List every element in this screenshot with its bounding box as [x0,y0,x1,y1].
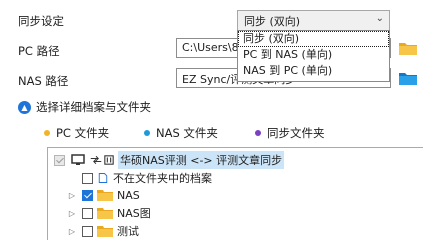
option-pc-to-nas[interactable]: PC 到 NAS (单向) [238,47,389,63]
expand-arrow-icon[interactable]: ▷ [67,191,77,200]
legend-pc: PC 文件夹 [44,125,109,141]
tree-root-row[interactable]: 华硕NAS评测 <-> 评测文章同步 [54,151,285,169]
expand-arrow-icon[interactable]: ▷ [67,227,77,236]
legend-pc-dot [44,130,50,136]
root-checkbox[interactable] [54,154,65,166]
legend-pc-label: PC 文件夹 [56,126,110,140]
sync-mode-selected: 同步 (双向) [244,15,301,28]
folder-browse-pc-icon[interactable] [398,40,418,56]
legend-nas-dot [144,130,150,136]
legend-nas-label: NAS 文件夹 [156,126,218,140]
nas-folder-label: NAS [117,188,140,202]
folder-icon [97,208,113,219]
option-two-way[interactable]: 同步 (双向) [238,31,389,47]
expand-arrow-icon[interactable]: ▷ [67,209,77,218]
loose-files-label: 不在文件夹中的档案 [113,172,212,185]
nas-device-icon [104,155,114,165]
document-icon [98,173,108,183]
tree-item-loose-files[interactable]: 不在文件夹中的档案 [82,169,212,187]
sync-arrows-icon [90,155,102,165]
computer-icon [71,154,85,165]
chevron-down-icon: ⌄ [375,13,384,24]
test-folder-label: 测试 [117,225,139,238]
test-checkbox[interactable] [82,225,93,237]
sync-mode-dropdown: 同步 (双向) PC 到 NAS (单向) NAS 到 PC (单向) [237,30,390,82]
sync-mode-select[interactable]: 同步 (双向) ⌄ [237,10,390,31]
legend-sync-label: 同步文件夹 [267,126,325,140]
tree-root-label: 华硕NAS评测 <-> 评测文章同步 [118,151,285,169]
sync-mode-label: 同步设定 [18,14,64,28]
nas-images-label: NAS图 [117,207,151,220]
nas-images-checkbox[interactable] [82,207,93,219]
folder-icon [97,190,113,201]
tree-item-test[interactable]: ▷ 测试 [67,222,139,240]
section-title: 选择详细档案与文件夹 [36,100,151,114]
folder-icon [97,226,113,237]
nas-path-label: NAS 路径 [18,74,69,88]
legend-sync-dot [255,130,261,136]
option-nas-to-pc[interactable]: NAS 到 PC (单向) [238,63,389,79]
folder-tree[interactable]: 华硕NAS评测 <-> 评测文章同步 不在文件夹中的档案 ▷ NAS ▷ NAS… [47,147,423,240]
pc-path-label: PC 路径 [18,44,60,58]
tree-item-nas[interactable]: ▷ NAS [67,186,140,204]
loose-files-checkbox[interactable] [82,172,93,184]
details-section-header[interactable]: ▲ 选择详细档案与文件夹 [18,99,151,115]
chevron-up-icon[interactable]: ▲ [18,100,31,114]
nas-checkbox[interactable] [82,189,93,201]
legend-nas: NAS 文件夹 [144,125,218,141]
legend-sync: 同步文件夹 [255,125,325,141]
tree-item-nas-images[interactable]: ▷ NAS图 [67,204,151,222]
folder-browse-nas-icon[interactable] [398,70,418,86]
